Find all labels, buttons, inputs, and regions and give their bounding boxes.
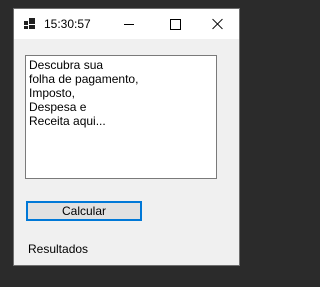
description-textbox[interactable]: Descubra sua folha de pagamento, Imposto…: [25, 55, 217, 179]
calcular-button[interactable]: Calcular: [26, 201, 142, 221]
close-icon: [212, 18, 224, 30]
textbox-line: Descubra sua: [29, 58, 104, 72]
app-icon[interactable]: [24, 18, 35, 29]
textbox-line: Despesa e: [29, 100, 87, 114]
minimize-button[interactable]: [106, 9, 152, 39]
maximize-button[interactable]: [152, 9, 198, 39]
minimize-icon: [124, 23, 134, 25]
textbox-line: Imposto,: [29, 86, 76, 100]
maximize-icon: [169, 18, 181, 30]
close-button[interactable]: [197, 9, 239, 39]
title-bar[interactable]: 15:30:57: [14, 9, 239, 39]
window-title: 15:30:57: [44, 17, 91, 31]
resultados-label: Resultados: [28, 242, 89, 256]
app-window: 15:30:57 Descubra sua folha de pagamento…: [13, 8, 240, 266]
textbox-line: Receita aqui...: [29, 114, 106, 128]
textbox-line: folha de pagamento,: [29, 72, 139, 86]
